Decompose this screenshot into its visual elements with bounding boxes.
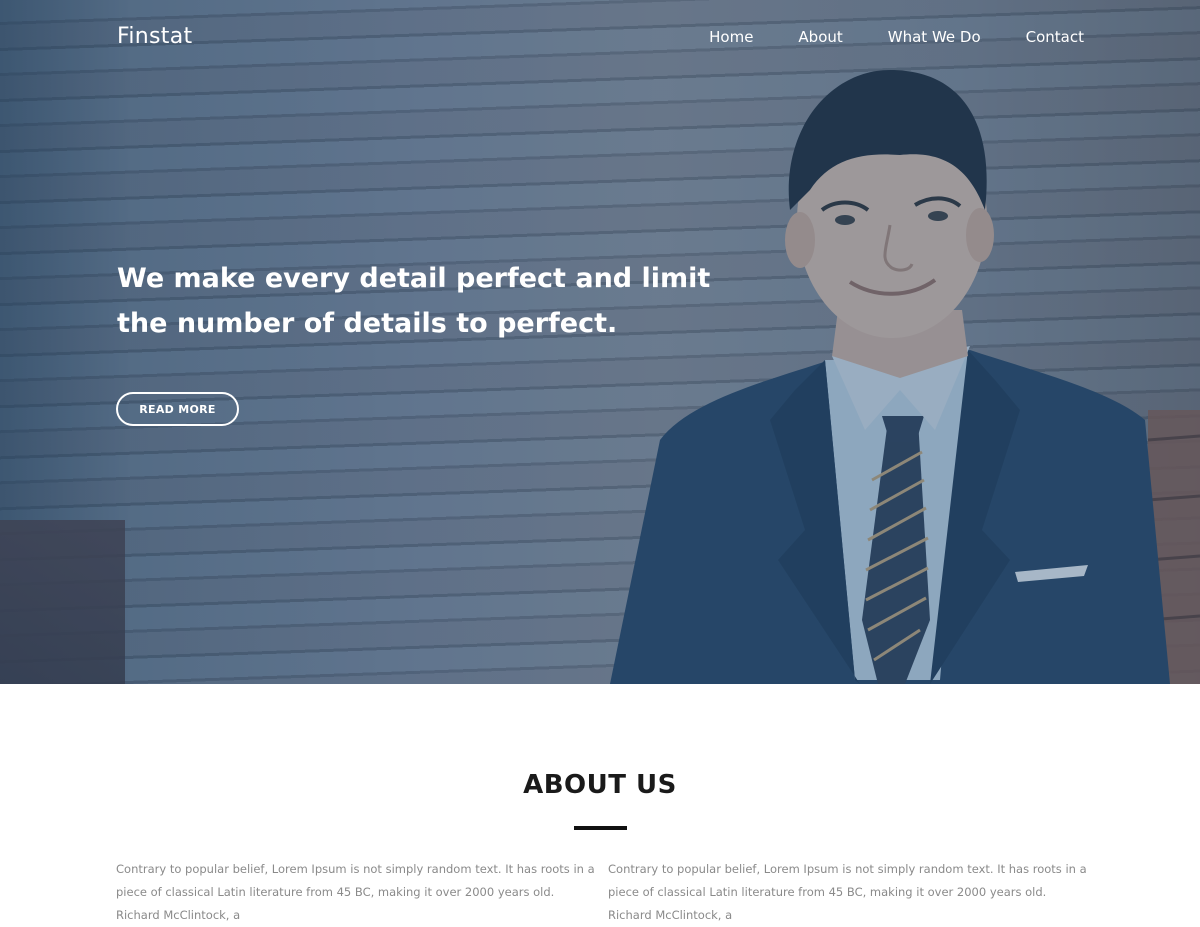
hero-headline-line-2: the number of details to perfect. bbox=[117, 308, 618, 339]
about-title-underline bbox=[574, 826, 627, 830]
nav-home-link[interactable]: Home bbox=[709, 28, 753, 46]
hero-headline-line-1: We make every detail perfect and limit bbox=[117, 263, 711, 294]
nav-what-we-do-link[interactable]: What We Do bbox=[888, 28, 981, 46]
nav-about-link[interactable]: About bbox=[798, 28, 842, 46]
hero-headline: We make every detail perfect and limit t… bbox=[117, 256, 717, 346]
about-title: ABOUT US bbox=[523, 770, 677, 800]
read-more-button[interactable]: READ MORE bbox=[116, 392, 239, 426]
main-menu: Home About What We Do Contact bbox=[709, 28, 1084, 46]
nav-contact-link[interactable]: Contact bbox=[1026, 28, 1084, 46]
about-text-right: Contrary to popular belief, Lorem Ipsum … bbox=[608, 862, 1087, 922]
top-navigation: Finstat Home About What We Do Contact bbox=[0, 0, 1200, 76]
about-section: ABOUT US Contrary to popular belief, Lor… bbox=[0, 684, 1200, 922]
brand-logo[interactable]: Finstat bbox=[117, 24, 192, 49]
about-text-left: Contrary to popular belief, Lorem Ipsum … bbox=[116, 862, 595, 922]
hero-section: Finstat Home About What We Do Contact We… bbox=[0, 0, 1200, 684]
